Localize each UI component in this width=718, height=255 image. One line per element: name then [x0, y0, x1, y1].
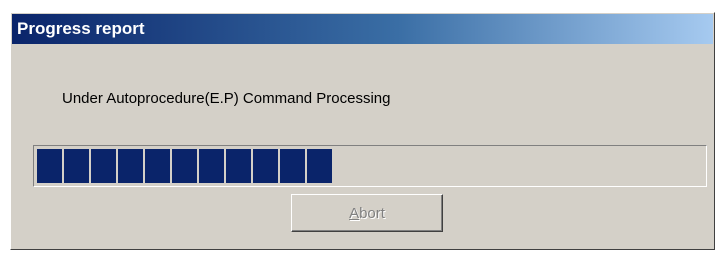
abort-label-rest: bort — [359, 204, 385, 222]
progress-block — [37, 149, 62, 183]
progress-dialog: Progress report Under Autoprocedure(E.P)… — [10, 12, 715, 250]
progress-block — [172, 149, 197, 183]
progress-track — [35, 147, 705, 185]
window-title: Progress report — [17, 19, 145, 38]
progress-block — [253, 149, 278, 183]
status-message: Under Autoprocedure(E.P) Command Process… — [62, 90, 391, 107]
title-bar[interactable]: Progress report — [12, 14, 713, 44]
abort-mnemonic: A — [349, 204, 360, 222]
progress-bar — [33, 145, 707, 187]
progress-block — [226, 149, 251, 183]
progress-block — [307, 149, 332, 183]
progress-block — [199, 149, 224, 183]
progress-block — [145, 149, 170, 183]
progress-block — [118, 149, 143, 183]
abort-button[interactable]: Abort — [291, 194, 443, 232]
progress-fill — [37, 149, 332, 183]
progress-block — [91, 149, 116, 183]
progress-block — [64, 149, 89, 183]
progress-block — [280, 149, 305, 183]
